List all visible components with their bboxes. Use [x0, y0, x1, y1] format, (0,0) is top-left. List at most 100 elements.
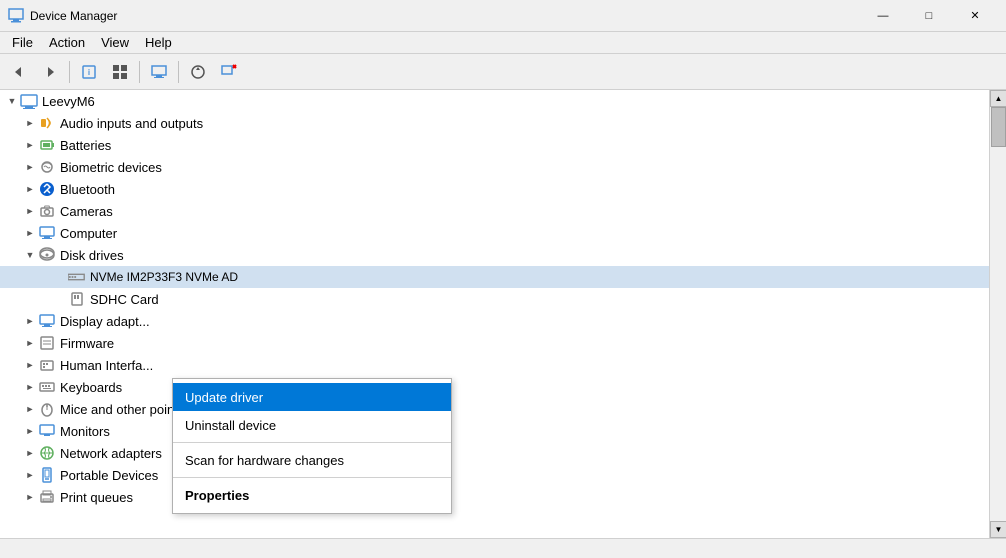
- keyboards-icon: [38, 378, 56, 396]
- audio-expand-icon[interactable]: ►: [22, 115, 38, 131]
- batteries-icon: [38, 136, 56, 154]
- network-label: Network adapters: [60, 446, 162, 461]
- firmware-expand-icon[interactable]: ►: [22, 335, 38, 351]
- tree-item-disk[interactable]: ▼ Disk drives: [0, 244, 989, 266]
- scrollbar-track[interactable]: [990, 107, 1006, 521]
- menu-file[interactable]: File: [4, 33, 41, 52]
- title-bar: Device Manager — □ ✕: [0, 0, 1006, 32]
- ctx-scan-hardware[interactable]: Scan for hardware changes: [173, 446, 451, 474]
- svg-text:i: i: [88, 68, 90, 77]
- bluetooth-expand-icon[interactable]: ►: [22, 181, 38, 197]
- tree-item-mice[interactable]: ► Mice and other pointing devices: [0, 398, 989, 420]
- biometric-expand-icon[interactable]: ►: [22, 159, 38, 175]
- vertical-scrollbar[interactable]: ▲ ▼: [989, 90, 1006, 538]
- tree-panel[interactable]: ▼ LeevyM6 ► Audio inputs and outputs: [0, 90, 989, 538]
- menu-action[interactable]: Action: [41, 33, 93, 52]
- mice-icon: [38, 400, 56, 418]
- scan-button[interactable]: [183, 58, 213, 86]
- network-expand-icon[interactable]: ►: [22, 445, 38, 461]
- tree-item-bluetooth[interactable]: ► Bluetooth: [0, 178, 989, 200]
- status-bar: [0, 538, 1006, 558]
- biometric-icon: [38, 158, 56, 176]
- print-icon: [38, 488, 56, 506]
- ctx-properties[interactable]: Properties: [173, 481, 451, 509]
- toolbar-sep-2: [139, 61, 140, 83]
- cameras-label: Cameras: [60, 204, 113, 219]
- display-label: Display adapt...: [60, 314, 150, 329]
- tree-root[interactable]: ▼ LeevyM6: [0, 90, 989, 112]
- sdhc-icon: [68, 290, 86, 308]
- tree-item-cameras[interactable]: ► Cameras: [0, 200, 989, 222]
- root-icon: [20, 92, 38, 110]
- root-expand-icon[interactable]: ▼: [4, 93, 20, 109]
- firmware-label: Firmware: [60, 336, 114, 351]
- scroll-down-button[interactable]: ▼: [990, 521, 1006, 538]
- window-controls: — □ ✕: [860, 0, 998, 32]
- scrollbar-thumb[interactable]: [991, 107, 1006, 147]
- menu-view[interactable]: View: [93, 33, 137, 52]
- scroll-up-button[interactable]: ▲: [990, 90, 1006, 107]
- cameras-expand-icon[interactable]: ►: [22, 203, 38, 219]
- tree-item-portable[interactable]: ► Portable Devices: [0, 464, 989, 486]
- human-icon: [38, 356, 56, 374]
- grid-button[interactable]: [105, 58, 135, 86]
- close-button[interactable]: ✕: [952, 0, 998, 32]
- keyboards-expand-icon[interactable]: ►: [22, 379, 38, 395]
- portable-icon: [38, 466, 56, 484]
- human-expand-icon[interactable]: ►: [22, 357, 38, 373]
- context-menu: Update driver Uninstall device Scan for …: [172, 378, 452, 514]
- tree-item-network[interactable]: ► Network adapters: [0, 442, 989, 464]
- remove-button[interactable]: [214, 58, 244, 86]
- app-icon: [8, 8, 24, 24]
- print-label: Print queues: [60, 490, 133, 505]
- cameras-icon: [38, 202, 56, 220]
- tree-item-sdhc[interactable]: ► SDHC Card: [0, 288, 989, 310]
- portable-label: Portable Devices: [60, 468, 158, 483]
- menu-help[interactable]: Help: [137, 33, 180, 52]
- toolbar-sep-3: [178, 61, 179, 83]
- portable-expand-icon[interactable]: ►: [22, 467, 38, 483]
- tree-item-audio[interactable]: ► Audio inputs and outputs: [0, 112, 989, 134]
- monitors-label: Monitors: [60, 424, 110, 439]
- tree-item-biometric[interactable]: ► Biometric devices: [0, 156, 989, 178]
- nvme-icon: [68, 268, 86, 286]
- tree-item-display[interactable]: ► Display adapt...: [0, 310, 989, 332]
- ctx-update-driver[interactable]: Update driver: [173, 383, 451, 411]
- tree-item-keyboards[interactable]: ► Keyboards: [0, 376, 989, 398]
- forward-button[interactable]: [35, 58, 65, 86]
- audio-icon: [38, 114, 56, 132]
- monitor-button[interactable]: [144, 58, 174, 86]
- disk-icon: [38, 246, 56, 264]
- human-label: Human Interfa...: [60, 358, 153, 373]
- tree-item-nvme[interactable]: ► NVMe IM2P33F3 NVMe AD: [0, 266, 989, 288]
- computer-label: Computer: [60, 226, 117, 241]
- computer-expand-icon[interactable]: ►: [22, 225, 38, 241]
- toolbar-sep-1: [69, 61, 70, 83]
- audio-label: Audio inputs and outputs: [60, 116, 203, 131]
- tree-item-print[interactable]: ► Print queues: [0, 486, 989, 508]
- tree-item-firmware[interactable]: ► Firmware: [0, 332, 989, 354]
- display-expand-icon[interactable]: ►: [22, 313, 38, 329]
- properties-button[interactable]: i: [74, 58, 104, 86]
- monitors-expand-icon[interactable]: ►: [22, 423, 38, 439]
- tree-item-human[interactable]: ► Human Interfa...: [0, 354, 989, 376]
- minimize-button[interactable]: —: [860, 0, 906, 32]
- firmware-icon: [38, 334, 56, 352]
- keyboards-label: Keyboards: [60, 380, 122, 395]
- maximize-button[interactable]: □: [906, 0, 952, 32]
- mice-expand-icon[interactable]: ►: [22, 401, 38, 417]
- tree-item-computer[interactable]: ► Computer: [0, 222, 989, 244]
- menu-bar: File Action View Help: [0, 32, 1006, 54]
- computer-icon: [38, 224, 56, 242]
- bluetooth-icon: [38, 180, 56, 198]
- batteries-expand-icon[interactable]: ►: [22, 137, 38, 153]
- window-title: Device Manager: [30, 9, 860, 23]
- back-button[interactable]: [4, 58, 34, 86]
- batteries-label: Batteries: [60, 138, 111, 153]
- print-expand-icon[interactable]: ►: [22, 489, 38, 505]
- ctx-separator-1: [173, 442, 451, 443]
- tree-item-monitors[interactable]: ► Monitors: [0, 420, 989, 442]
- tree-item-batteries[interactable]: ► Batteries: [0, 134, 989, 156]
- ctx-uninstall-device[interactable]: Uninstall device: [173, 411, 451, 439]
- disk-expand-icon[interactable]: ▼: [22, 247, 38, 263]
